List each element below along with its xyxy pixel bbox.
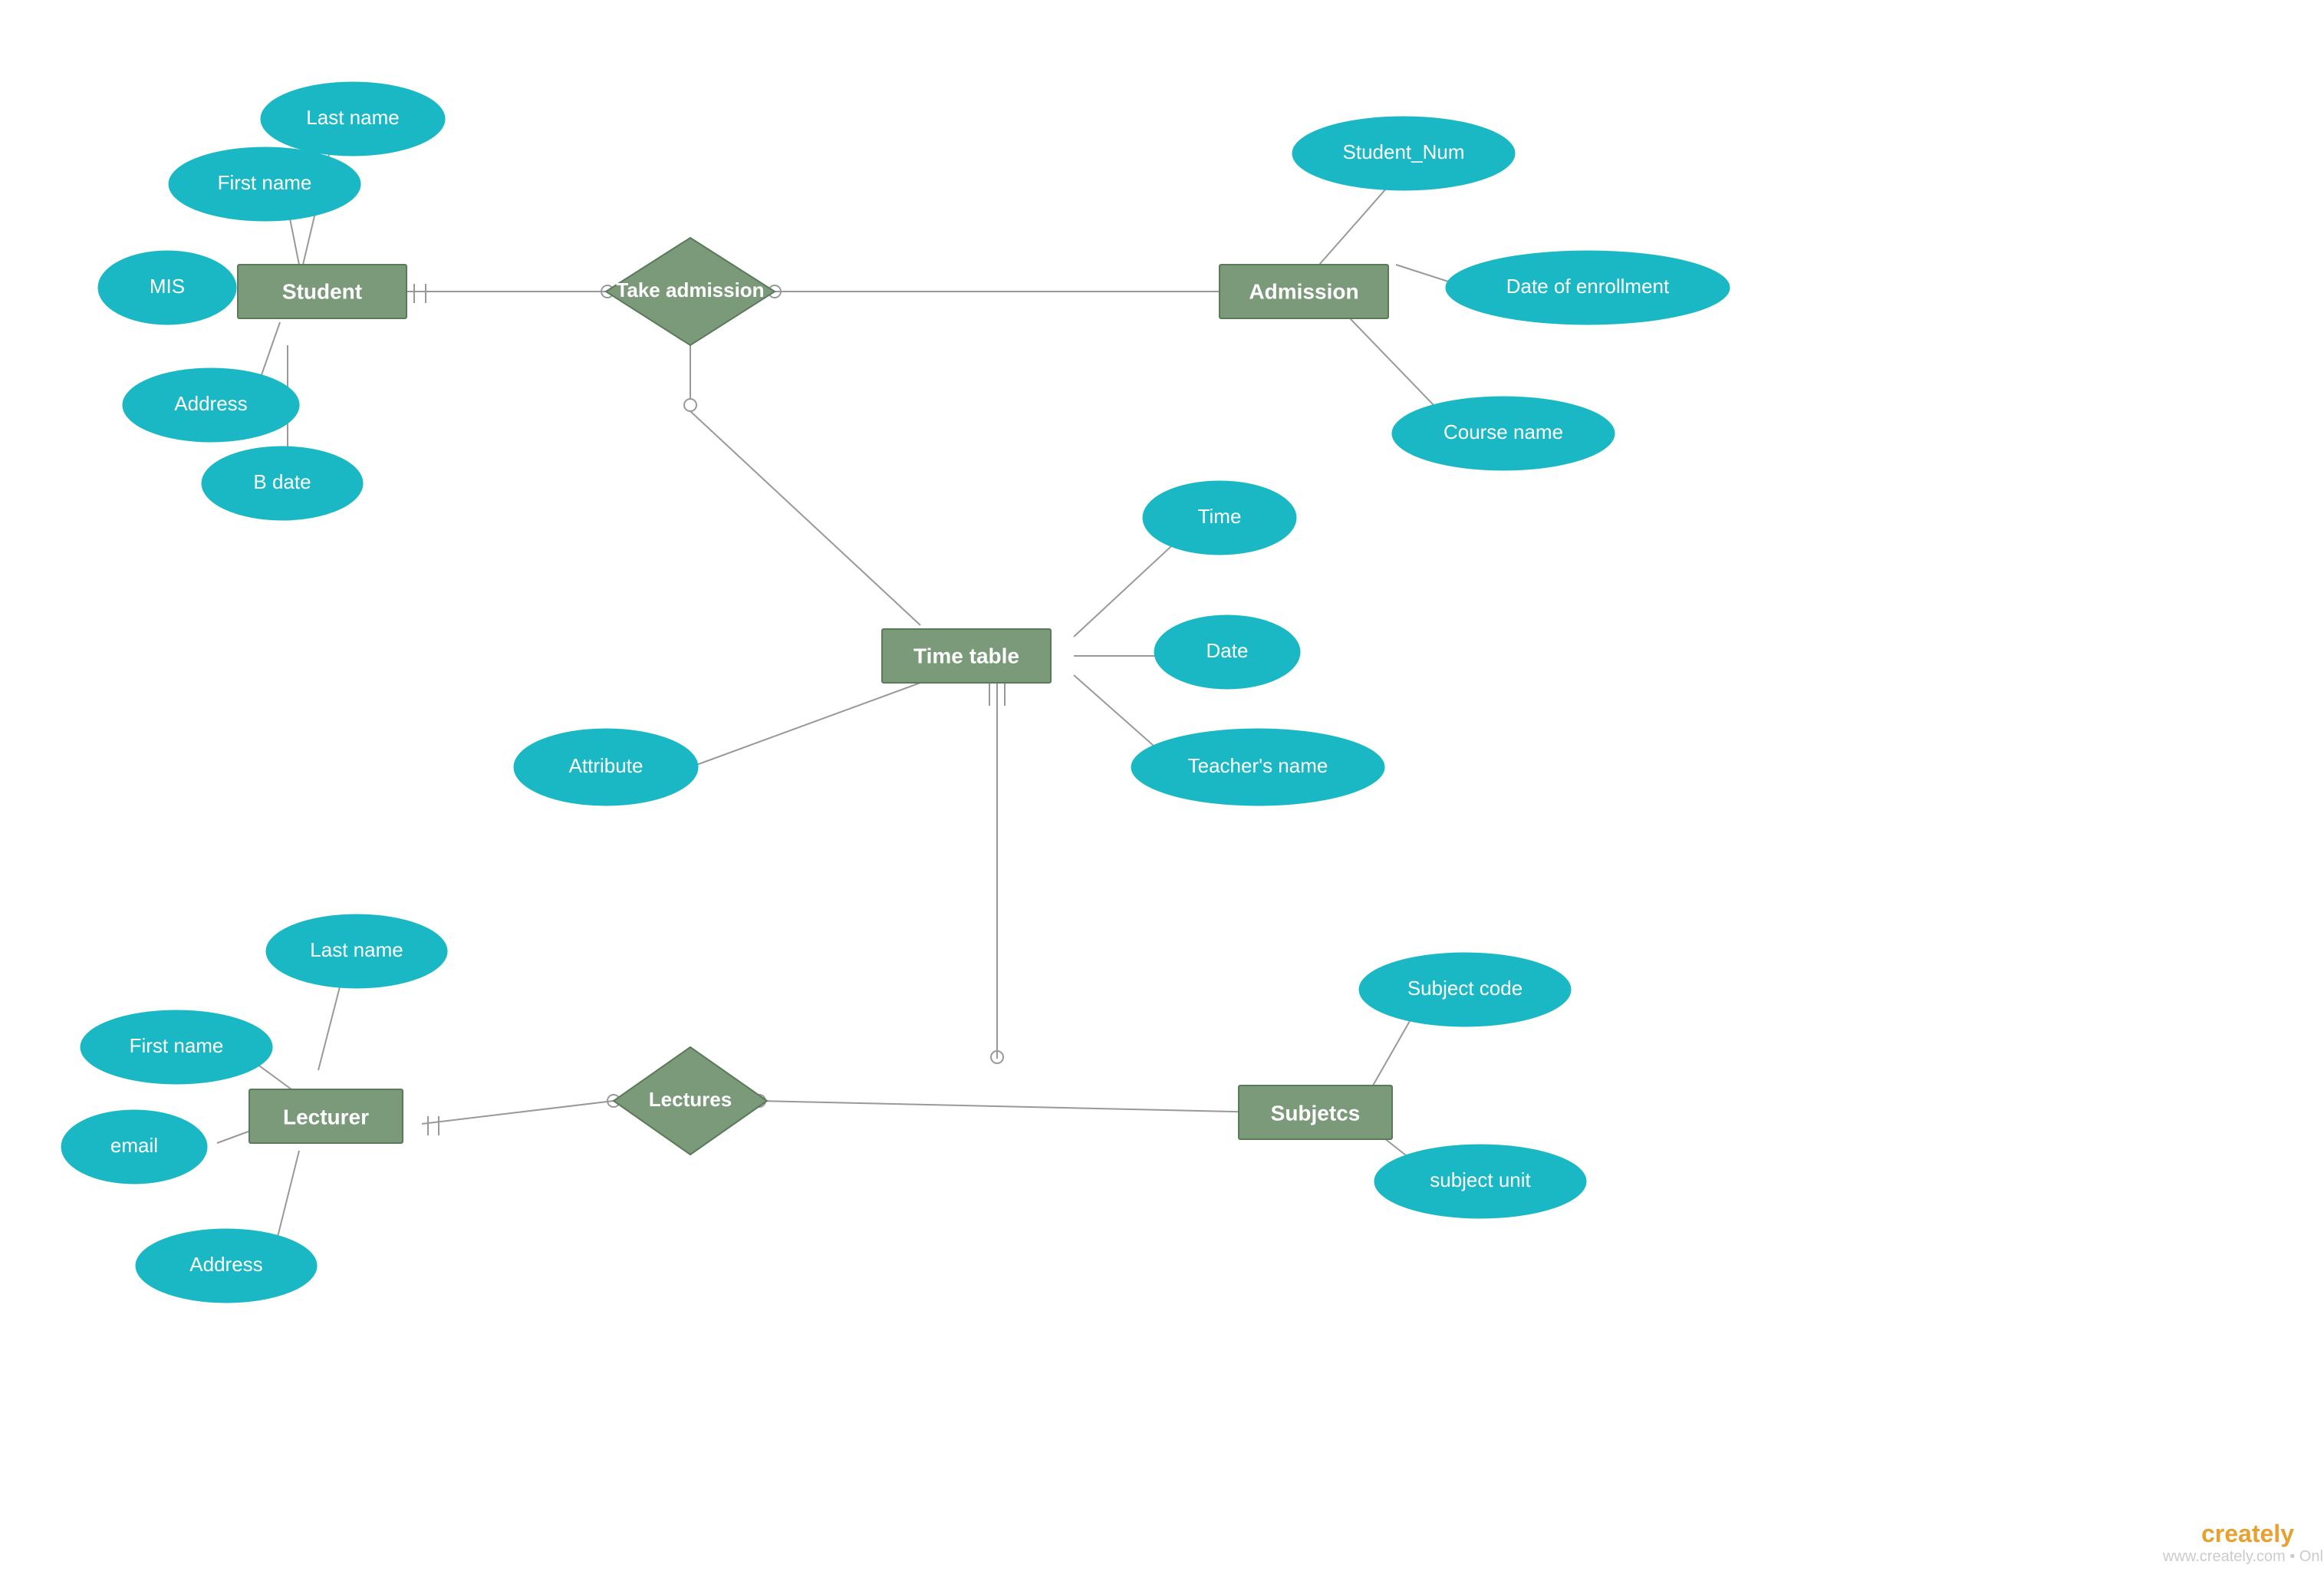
- attr-lastname-student-label: Last name: [306, 106, 399, 129]
- connector-lecturer-lectures: [422, 1101, 614, 1124]
- attr-mis-label: MIS: [150, 275, 185, 298]
- watermark-brand: creately: [2201, 1520, 2294, 1547]
- entity-admission-label: Admission: [1249, 279, 1358, 303]
- relationship-takeadmission-label: Take admission: [616, 278, 764, 301]
- attr-time-label: Time: [1198, 505, 1242, 528]
- attr-bdate-label: B date: [253, 470, 311, 493]
- er-diagram: Student Admission Time table Lecturer Su…: [0, 0, 2324, 1588]
- connector-address-lecturer: [276, 1151, 299, 1243]
- attr-dateenrollment-label: Date of enrollment: [1506, 275, 1670, 298]
- relationship-lectures-label: Lectures: [649, 1088, 732, 1111]
- attr-date-label: Date: [1206, 639, 1249, 662]
- attr-firstname-student-label: First name: [218, 171, 312, 194]
- watermark-url: www.creately.com • Online Diagramming: [2162, 1548, 2324, 1565]
- connector-tt-time: [1074, 537, 1181, 637]
- attr-subjectunit-label: subject unit: [1430, 1168, 1531, 1191]
- attr-studentnum-label: Student_Num: [1343, 140, 1465, 163]
- connector-tt-attribute: [690, 683, 920, 767]
- connector-lectures-subjetcs: [759, 1101, 1266, 1112]
- entity-subjetcs-label: Subjetcs: [1271, 1101, 1361, 1125]
- connector-v-timetable: [690, 411, 920, 625]
- attr-email-label: email: [110, 1134, 158, 1157]
- attr-address-student-label: Address: [174, 392, 247, 415]
- attr-subjectcode-label: Subject code: [1407, 977, 1522, 1000]
- entity-lecturer-label: Lecturer: [283, 1105, 369, 1128]
- attr-attribute-label: Attribute: [569, 754, 644, 777]
- attr-firstname-lecturer-label: First name: [130, 1034, 224, 1057]
- attr-lastname-lecturer-label: Last name: [310, 938, 403, 961]
- entity-student-label: Student: [282, 279, 362, 303]
- attr-coursename-label: Course name: [1443, 420, 1563, 443]
- entity-timetable-label: Time table: [913, 644, 1019, 667]
- attr-address-lecturer-label: Address: [189, 1253, 262, 1276]
- attr-teachersname-label: Teacher's name: [1188, 754, 1328, 777]
